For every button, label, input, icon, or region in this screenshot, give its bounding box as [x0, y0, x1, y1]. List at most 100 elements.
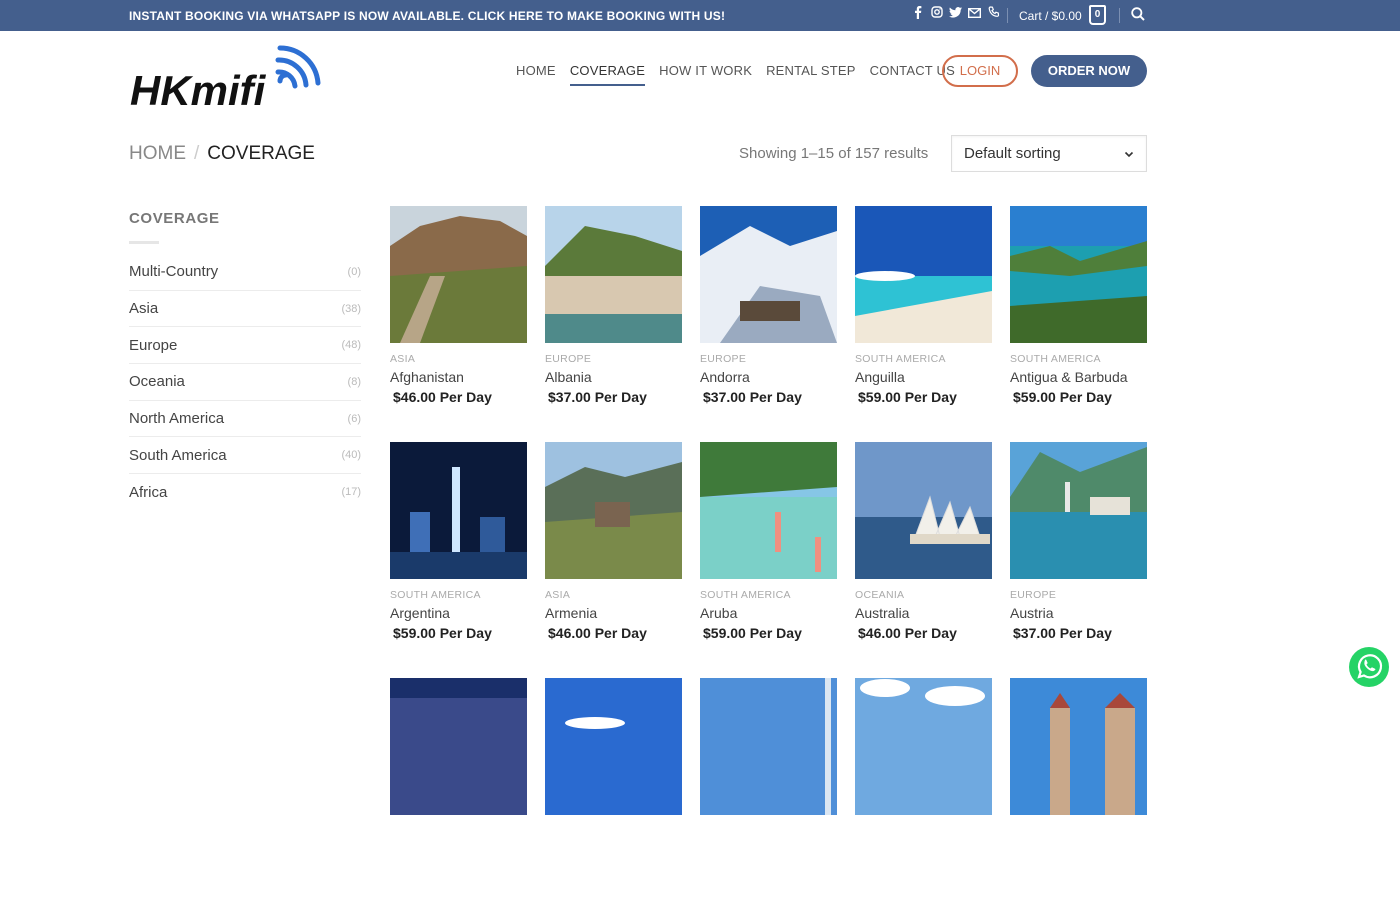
product-name[interactable]: Australia — [855, 605, 992, 621]
product-price: $37.00 Per Day — [548, 389, 647, 405]
product-name[interactable]: Andorra — [700, 369, 837, 385]
product-card[interactable]: EUROPE Albania $37.00 Per Day — [545, 206, 682, 442]
svg-text:HKmifi: HKmifi — [130, 67, 267, 111]
logo[interactable]: HKmifi — [128, 36, 328, 114]
product-card[interactable] — [855, 678, 992, 914]
product-price: $46.00 Per Day — [858, 625, 957, 641]
sidebar-item-europe[interactable]: Europe (48) — [129, 327, 361, 365]
sort-select[interactable]: Default sorting — [951, 135, 1147, 172]
product-name[interactable]: Argentina — [390, 605, 527, 621]
product-image[interactable] — [700, 206, 837, 343]
product-name[interactable]: Armenia — [545, 605, 682, 621]
sidebar-item-label: Europe — [129, 336, 178, 354]
product-image[interactable] — [545, 442, 682, 579]
whatsapp-icon[interactable] — [1348, 646, 1390, 688]
product-card[interactable]: EUROPE Austria $37.00 Per Day — [1010, 442, 1147, 678]
product-card[interactable] — [545, 678, 682, 914]
product-name[interactable]: Antigua & Barbuda — [1010, 369, 1147, 385]
product-card[interactable]: SOUTH AMERICA Anguilla $59.00 Per Day — [855, 206, 992, 442]
product-image[interactable] — [545, 678, 682, 815]
sidebar-item-count: (17) — [341, 486, 361, 499]
product-card[interactable]: SOUTH AMERICA Antigua & Barbuda $59.00 P… — [1010, 206, 1147, 442]
product-price: $59.00 Per Day — [393, 625, 492, 641]
facebook-icon[interactable] — [911, 6, 924, 22]
product-category: EUROPE — [700, 353, 747, 365]
product-price: $37.00 Per Day — [1013, 625, 1112, 641]
coverage-sidebar: COVERAGE Multi-Country (0) Asia (38) Europ… — [129, 210, 361, 511]
instagram-icon[interactable] — [930, 6, 943, 22]
whatsapp-booking-link[interactable]: INSTANT BOOKING VIA WHATSAPP IS NOW AVAI… — [129, 9, 725, 23]
product-category: EUROPE — [1010, 589, 1057, 601]
product-card[interactable]: ASIA Afghanistan $46.00 Per Day — [390, 206, 527, 442]
sidebar-item-count: (48) — [341, 339, 361, 352]
product-card[interactable] — [390, 678, 527, 914]
product-name[interactable]: Aruba — [700, 605, 837, 621]
product-card[interactable]: OCEANIA Australia $46.00 Per Day — [855, 442, 992, 678]
login-button[interactable]: LOGIN — [942, 55, 1018, 87]
product-category: EUROPE — [545, 353, 592, 365]
breadcrumb-home[interactable]: HOME — [129, 143, 186, 164]
product-image[interactable] — [390, 206, 527, 343]
product-name[interactable]: Afghanistan — [390, 369, 527, 385]
nav-coverage[interactable]: COVERAGE — [569, 63, 646, 86]
product-price: $46.00 Per Day — [548, 625, 647, 641]
product-price: $59.00 Per Day — [703, 625, 802, 641]
sidebar-item-oceania[interactable]: Oceania (8) — [129, 364, 361, 401]
product-price: $59.00 Per Day — [1013, 389, 1112, 405]
product-image[interactable] — [545, 206, 682, 343]
product-category: SOUTH AMERICA — [1010, 353, 1101, 365]
sidebar-item-label: South America — [129, 446, 227, 464]
product-image[interactable] — [700, 442, 837, 579]
product-image[interactable] — [700, 678, 837, 815]
cart-count-icon[interactable]: 0 — [1089, 5, 1106, 25]
divider — [129, 241, 159, 244]
product-card[interactable] — [1010, 678, 1147, 914]
product-card[interactable] — [700, 678, 837, 914]
product-card[interactable]: SOUTH AMERICA Aruba $59.00 Per Day — [700, 442, 837, 678]
sidebar-item-count: (40) — [341, 449, 361, 462]
sidebar-item-multi-country[interactable]: Multi-Country (0) — [129, 254, 361, 291]
sidebar-item-label: Multi-Country — [129, 263, 219, 281]
sidebar-item-label: North America — [129, 410, 225, 428]
product-name[interactable]: Albania — [545, 369, 682, 385]
product-image[interactable] — [1010, 206, 1147, 343]
product-image[interactable] — [390, 678, 527, 815]
sidebar-item-asia[interactable]: Asia (38) — [129, 291, 361, 328]
product-image[interactable] — [855, 206, 992, 343]
sidebar-item-north-america[interactable]: North America (6) — [129, 401, 361, 438]
product-card[interactable]: EUROPE Andorra $37.00 Per Day — [700, 206, 837, 442]
product-category: OCEANIA — [855, 589, 905, 601]
sidebar-item-africa[interactable]: Africa (17) — [129, 474, 361, 511]
chevron-down-icon — [1124, 146, 1134, 158]
nav-rental-step[interactable]: RENTAL STEP — [766, 63, 856, 86]
product-image[interactable] — [390, 442, 527, 579]
sidebar-item-south-america[interactable]: South America (40) — [129, 437, 361, 475]
breadcrumb-current: COVERAGE — [207, 143, 315, 164]
sidebar-item-count: (38) — [341, 302, 361, 315]
nav-home[interactable]: HOME — [516, 63, 556, 86]
product-image[interactable] — [1010, 442, 1147, 579]
product-name[interactable]: Anguilla — [855, 369, 992, 385]
product-card[interactable]: ASIA Armenia $46.00 Per Day — [545, 442, 682, 678]
product-image[interactable] — [855, 442, 992, 579]
sidebar-item-count: (8) — [347, 375, 361, 388]
order-now-button[interactable]: ORDER NOW — [1031, 55, 1147, 87]
product-category: SOUTH AMERICA — [855, 353, 946, 365]
twitter-icon[interactable] — [949, 6, 962, 22]
product-name[interactable]: Austria — [1010, 605, 1147, 621]
search-icon[interactable] — [1131, 7, 1145, 21]
social-icons — [911, 6, 1000, 22]
divider — [1119, 8, 1120, 23]
product-price: $37.00 Per Day — [703, 389, 802, 405]
product-category: ASIA — [390, 353, 416, 365]
cart-link[interactable]: Cart / $0.00 — [1019, 9, 1082, 23]
sidebar-title: COVERAGE — [129, 210, 220, 227]
nav-how-it-work[interactable]: HOW IT WORK — [659, 63, 752, 86]
sidebar-item-label: Africa — [129, 483, 168, 501]
email-icon[interactable] — [967, 6, 982, 22]
product-image[interactable] — [1010, 678, 1147, 815]
product-image[interactable] — [855, 678, 992, 815]
phone-icon[interactable] — [987, 6, 1000, 22]
product-card[interactable]: SOUTH AMERICA Argentina $59.00 Per Day — [390, 442, 527, 678]
sort-value: Default sorting — [964, 145, 1061, 162]
